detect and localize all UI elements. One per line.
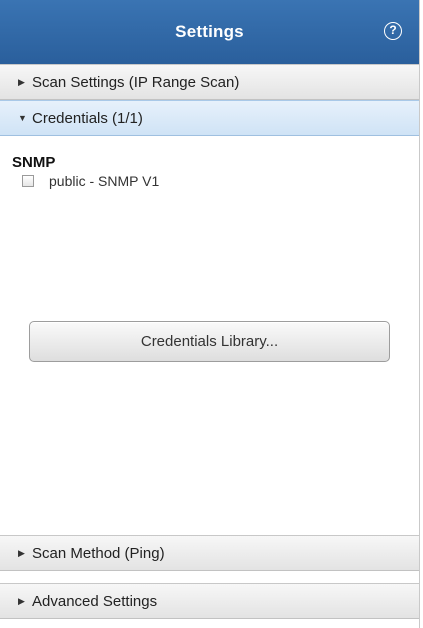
section-credentials[interactable]: ▼ Credentials (1/1) — [0, 100, 419, 136]
section-advanced-settings[interactable]: ▶ Advanced Settings — [0, 583, 419, 619]
section-scan-settings[interactable]: ▶ Scan Settings (IP Range Scan) — [0, 64, 419, 100]
snmp-group-title: SNMP — [12, 154, 56, 171]
section-label: Advanced Settings — [32, 592, 158, 610]
credential-label: public - SNMP V1 — [49, 173, 160, 189]
settings-header: Settings ? — [0, 0, 419, 64]
collapsed-arrow-icon: ▶ — [18, 76, 25, 87]
section-gap — [0, 571, 419, 583]
credential-item: public - SNMP V1 — [22, 173, 419, 189]
section-label: Scan Settings (IP Range Scan) — [32, 73, 240, 91]
credential-checkbox[interactable] — [22, 175, 34, 187]
section-label: Credentials (1/1) — [32, 109, 143, 127]
settings-title: Settings — [175, 22, 244, 41]
settings-panel: Settings ? ▶ Scan Settings (IP Range Sca… — [0, 0, 420, 628]
credentials-library-button[interactable]: Credentials Library... — [29, 321, 390, 362]
expanded-arrow-icon: ▼ — [18, 113, 27, 123]
credentials-body: SNMP public - SNMP V1 Credentials Librar… — [0, 136, 419, 535]
section-scan-method[interactable]: ▶ Scan Method (Ping) — [0, 535, 419, 571]
collapsed-arrow-icon: ▶ — [18, 595, 25, 606]
help-icon[interactable]: ? — [384, 22, 402, 40]
section-label: Scan Method (Ping) — [32, 544, 165, 562]
collapsed-arrow-icon: ▶ — [18, 547, 25, 558]
